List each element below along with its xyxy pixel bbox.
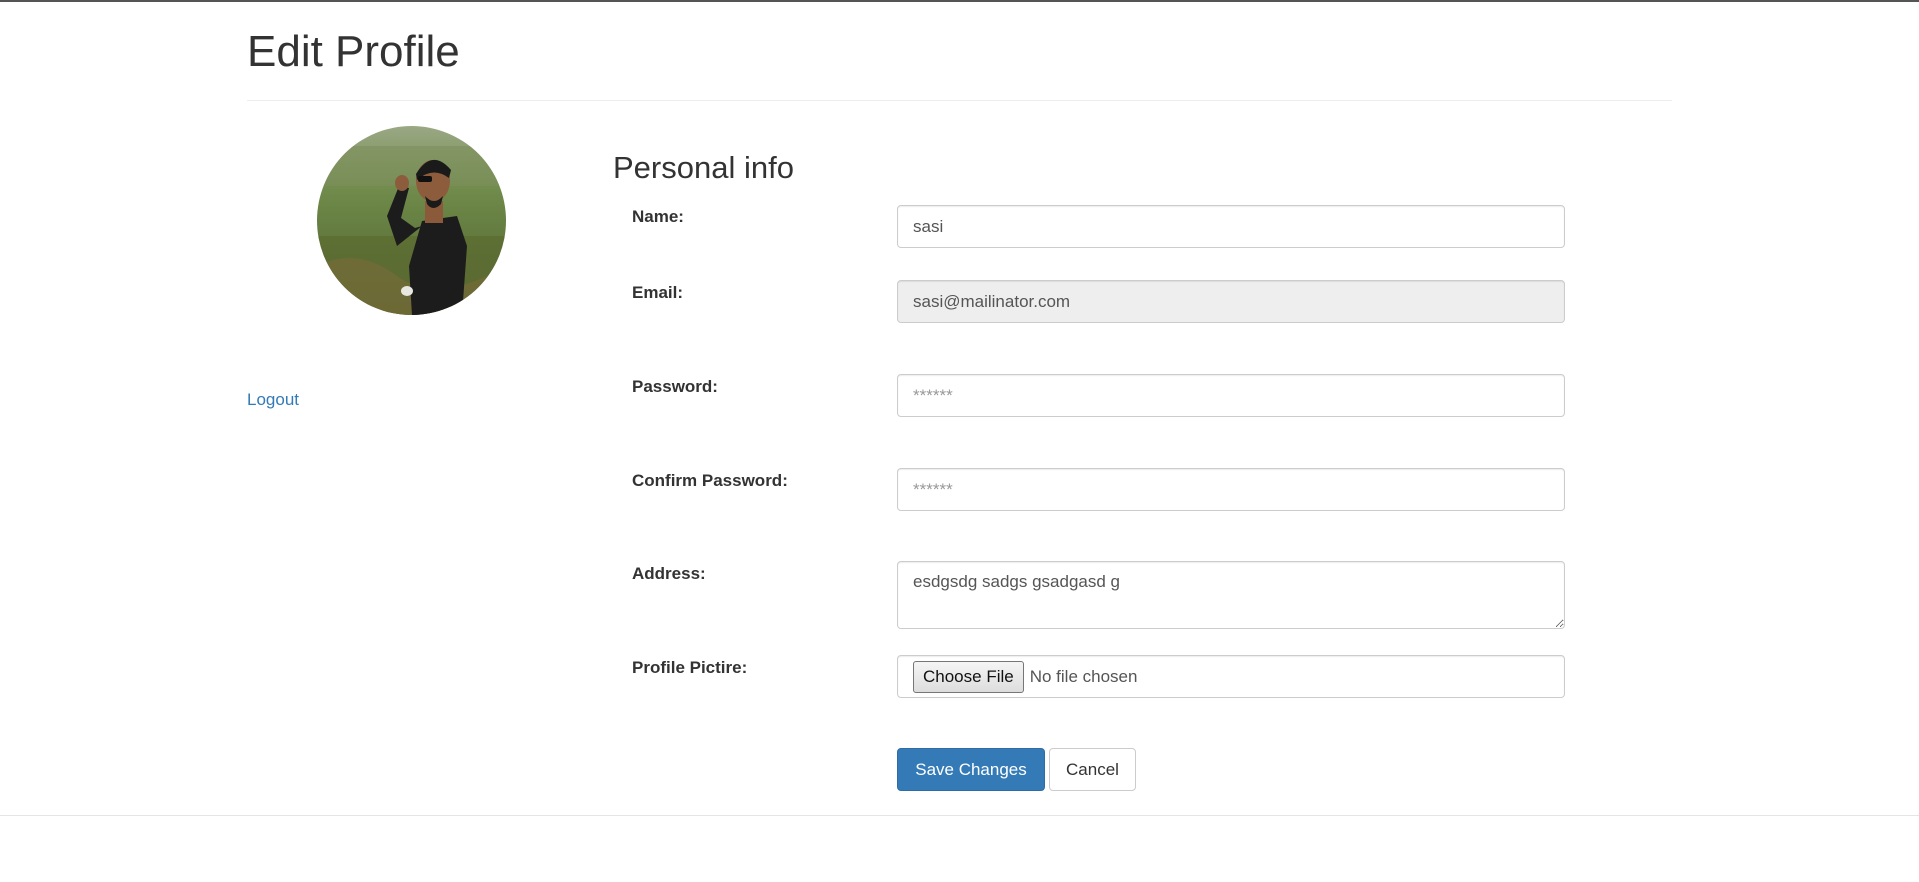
profile-picture-label: Profile Pictire: [632,658,748,677]
bottom-divider [0,815,1919,816]
address-label: Address: [632,564,706,583]
file-status: No file chosen [1029,666,1138,686]
avatar [317,126,506,315]
cancel-button[interactable]: Cancel [1049,748,1136,791]
email-label: Email: [632,283,684,302]
confirm-password-label: Confirm Password: [632,471,788,490]
avatar-photo [317,126,506,315]
password-label: Password: [632,377,718,396]
name-field[interactable] [897,205,1565,248]
top-border [0,0,1919,2]
section-title: Personal info [613,150,794,185]
title-divider [247,100,1672,101]
choose-file-button[interactable]: Choose File [913,660,1024,693]
address-field[interactable]: esdgsdg sadgs gsadgasd g [897,561,1565,629]
name-label: Name: [632,207,684,226]
profile-picture-file-input[interactable]: Choose File No file chosen [897,655,1565,698]
page-title: Edit Profile [247,27,460,76]
save-changes-button[interactable]: Save Changes [897,748,1045,791]
confirm-password-field[interactable] [897,468,1565,511]
logout-link[interactable]: Logout [247,390,299,410]
password-field[interactable] [897,374,1565,417]
email-field [897,280,1565,323]
